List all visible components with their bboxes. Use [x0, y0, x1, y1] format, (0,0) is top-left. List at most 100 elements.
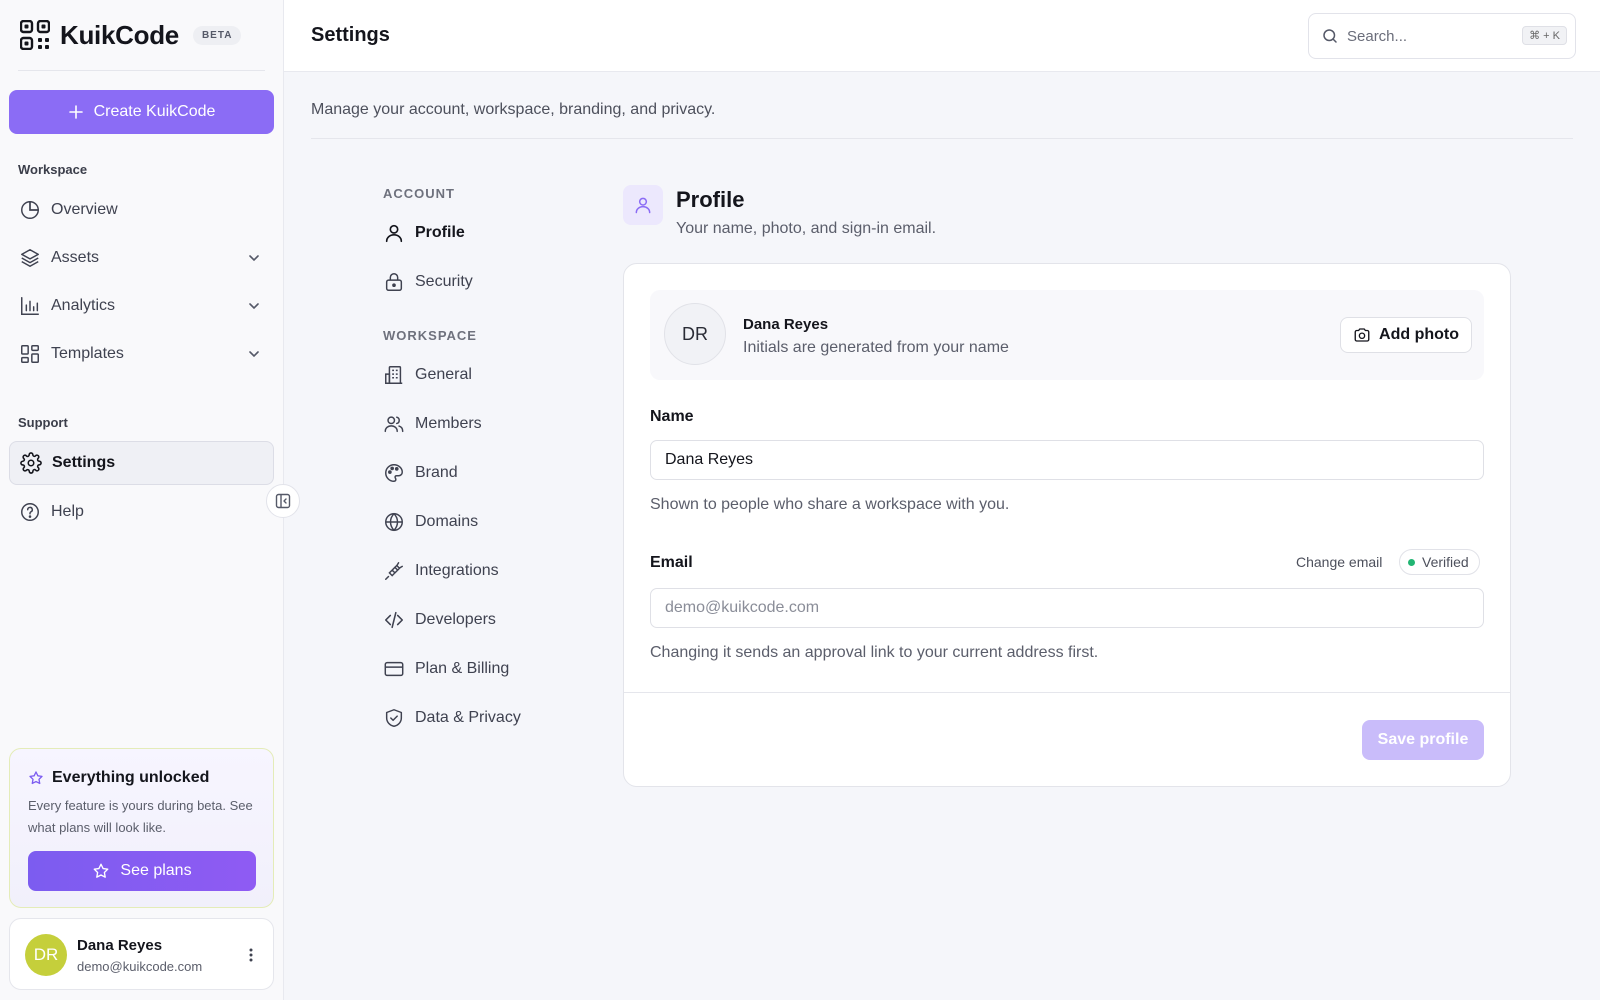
settings-item-security[interactable]: Security: [383, 265, 473, 299]
sidebar-item-settings[interactable]: Settings: [9, 441, 274, 485]
settings-item-label: Developers: [415, 611, 496, 628]
name-label: Name: [650, 408, 694, 425]
profile-subtitle: Your name, photo, and sign-in email.: [676, 220, 937, 237]
more-vertical-icon[interactable]: [243, 947, 259, 963]
user-icon: [385, 224, 403, 243]
users-icon: [384, 416, 404, 433]
email-field[interactable]: [650, 588, 1484, 628]
search-input[interactable]: Search... ⌘ + K: [1308, 13, 1576, 59]
divider: [624, 692, 1510, 693]
settings-item-label: General: [415, 366, 472, 383]
profile-section-icon: [623, 185, 663, 225]
sidebar-item-label: Assets: [51, 249, 100, 266]
gear-icon: [20, 452, 42, 474]
settings-item-developers[interactable]: Developers: [383, 603, 496, 637]
verified-dot: [1408, 558, 1415, 566]
sidebar-item-analytics[interactable]: Analytics: [9, 284, 274, 328]
settings-item-label: Integrations: [415, 562, 499, 579]
create-kuikcode-button[interactable]: Create KuikCode: [9, 90, 274, 134]
help-circle-icon: [21, 503, 39, 521]
settings-item-data-privacy[interactable]: Data & Privacy: [383, 701, 521, 735]
create-label: Create KuikCode: [93, 103, 216, 120]
top-header: Settings Search... ⌘ + K: [284, 0, 1600, 72]
email-label: Email: [650, 554, 693, 571]
settings-item-label: Members: [415, 415, 482, 432]
settings-item-label: Profile: [415, 224, 465, 241]
shield-check-icon: [385, 709, 403, 727]
sidebar-item-label: Analytics: [51, 297, 116, 314]
building-icon: [385, 366, 403, 384]
settings-item-brand[interactable]: Brand: [383, 456, 458, 490]
sidebar-item-templates[interactable]: Templates: [9, 332, 274, 376]
see-plans-button[interactable]: See plans: [28, 851, 256, 891]
layers-icon: [21, 249, 39, 267]
add-photo-label: Add photo: [1379, 326, 1459, 343]
settings-item-profile[interactable]: Profile: [383, 216, 465, 250]
display-name: Dana Reyes: [743, 316, 829, 333]
app-name: KuikCode: [60, 19, 179, 50]
camera-icon: [1354, 328, 1370, 342]
avatar: DR: [25, 934, 67, 976]
settings-item-domains[interactable]: Domains: [383, 505, 478, 539]
plug-icon: [385, 562, 403, 580]
chevron-down-icon[interactable]: [246, 298, 262, 314]
qr-logo-icon: [20, 20, 50, 50]
settings-section-account: ACCOUNT: [383, 186, 455, 201]
settings-item-integrations[interactable]: Integrations: [383, 554, 499, 588]
save-profile-button[interactable]: Save profile: [1362, 720, 1484, 760]
settings-item-members[interactable]: Members: [383, 407, 482, 441]
settings-item-label: Security: [415, 273, 473, 290]
star-icon: [29, 771, 43, 785]
change-email-link[interactable]: Change email: [1296, 554, 1382, 570]
name-field[interactable]: [650, 440, 1484, 480]
palette-icon: [385, 464, 403, 482]
settings-item-label: Brand: [415, 464, 458, 481]
upgrade-card: Everything unlocked Every feature is you…: [9, 748, 274, 908]
chevron-down-icon[interactable]: [246, 346, 262, 362]
sidebar-item-label: Settings: [52, 454, 116, 471]
globe-icon: [385, 512, 403, 532]
profile-card: DR Dana Reyes Initials are generated fro…: [623, 263, 1511, 787]
chevron-down-icon[interactable]: [246, 250, 262, 266]
user-card[interactable]: DR Dana Reyes demo@kuikcode.com: [9, 918, 274, 990]
code-icon: [384, 611, 404, 629]
sidebar-item-assets[interactable]: Assets: [9, 236, 274, 280]
upgrade-card-title: Everything unlocked: [28, 769, 209, 787]
avatar: DR: [664, 303, 726, 365]
logo[interactable]: KuikCode BETA: [20, 18, 242, 52]
collapse-sidebar-button[interactable]: [266, 484, 300, 518]
avatar-hint: Initials are generated from your name: [743, 339, 1009, 356]
pie-chart-icon: [21, 201, 39, 219]
settings-item-label: Plan & Billing: [415, 660, 510, 677]
star-icon: [93, 863, 109, 878]
settings-item-label: Data & Privacy: [415, 709, 521, 726]
user-icon: [635, 197, 651, 214]
see-plans-label: See plans: [120, 862, 192, 879]
upgrade-card-description: Every feature is yours during beta. See …: [28, 798, 253, 835]
name-help: Shown to people who share a workspace wi…: [650, 496, 1010, 513]
page-title: Settings: [311, 24, 390, 46]
user-name: Dana Reyes: [77, 937, 163, 954]
credit-card-icon: [384, 661, 404, 677]
sidebar-item-help[interactable]: Help: [9, 490, 274, 534]
email-help: Changing it sends an approval link to yo…: [650, 644, 1099, 661]
divider: [311, 138, 1573, 139]
settings-item-label: Domains: [415, 513, 479, 530]
sidebar-item-label: Overview: [51, 201, 118, 218]
settings-item-billing[interactable]: Plan & Billing: [383, 652, 509, 686]
sidebar: KuikCode BETA Create KuikCode Workspace …: [0, 0, 284, 1000]
user-email: demo@kuikcode.com: [77, 959, 203, 974]
search-shortcut: ⌘ + K: [1522, 26, 1567, 45]
add-photo-button[interactable]: Add photo: [1340, 317, 1472, 353]
settings-item-general[interactable]: General: [383, 358, 472, 392]
section-label-support: Support: [18, 415, 68, 430]
panel-left-icon: [275, 493, 291, 509]
sidebar-item-label: Help: [51, 503, 84, 520]
sidebar-item-label: Templates: [51, 345, 124, 362]
section-label-workspace: Workspace: [18, 162, 88, 177]
sidebar-item-overview[interactable]: Overview: [9, 188, 274, 232]
lock-icon: [385, 273, 403, 291]
profile-title: Profile: [676, 187, 745, 212]
search-placeholder: Search...: [1347, 27, 1408, 45]
upgrade-title-text: Everything unlocked: [52, 769, 210, 786]
